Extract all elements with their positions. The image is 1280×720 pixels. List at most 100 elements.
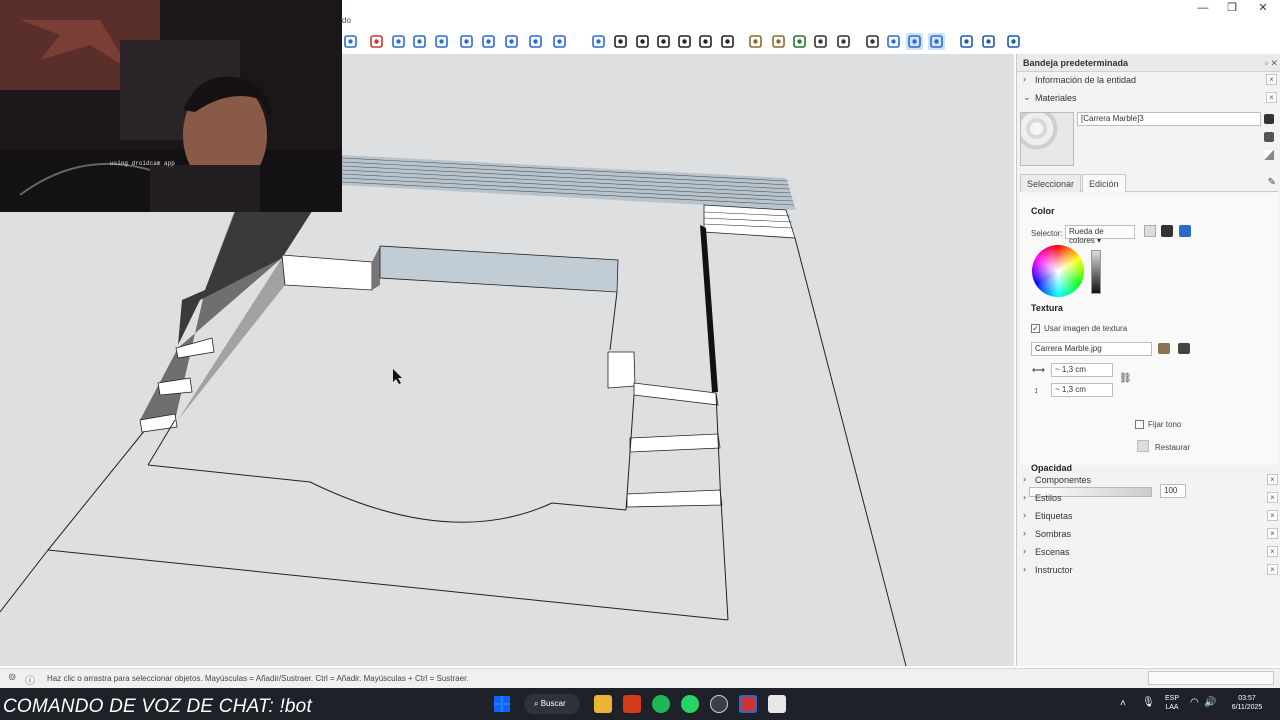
right-wall: [700, 225, 718, 392]
texture-height-field[interactable]: ~ 1,3 cm: [1051, 383, 1113, 397]
tray-label: Instructor: [1035, 565, 1073, 575]
link-chain-icon[interactable]: ⛓: [1119, 373, 1132, 384]
close-icon[interactable]: ×: [1266, 74, 1277, 85]
tray-escenas[interactable]: › Escenas ×: [1017, 544, 1280, 562]
match-color-screen-icon[interactable]: [1179, 225, 1191, 237]
default-tray: Bandeja predeterminada ▫ ✕ › Información…: [1016, 54, 1280, 666]
close-icon[interactable]: ×: [1267, 564, 1278, 575]
sketchup-icon[interactable]: [739, 695, 757, 713]
browse-folder-icon[interactable]: [1158, 343, 1170, 354]
tray-close-icon[interactable]: ✕: [1270, 58, 1278, 69]
minimize-button[interactable]: —: [1192, 1, 1214, 15]
tray-label: Sombras: [1035, 529, 1072, 539]
material-preview[interactable]: [1020, 112, 1074, 166]
lock-icon[interactable]: [1264, 114, 1274, 124]
close-icon[interactable]: ×: [1267, 474, 1278, 485]
color-wheel[interactable]: [1032, 245, 1084, 297]
right-step-3: [626, 489, 723, 508]
match-color-model-icon[interactable]: [1161, 225, 1173, 237]
tab-select[interactable]: Seleccionar: [1020, 174, 1082, 192]
floor-curve: [147, 464, 627, 523]
use-texture-checkbox[interactable]: ✓: [1031, 324, 1040, 333]
chevron-right-icon: ›: [1023, 528, 1026, 538]
tray-pin-icon[interactable]: ▫: [1265, 58, 1268, 68]
tray-label: Etiquetas: [1035, 511, 1073, 521]
clock[interactable]: 03:57 6/11/2025: [1224, 694, 1270, 712]
file-explorer-icon[interactable]: [594, 695, 612, 713]
tray-componentes[interactable]: › Componentes ×: [1017, 472, 1280, 490]
close-icon[interactable]: ×: [1267, 492, 1278, 503]
close-icon[interactable]: ×: [1267, 510, 1278, 521]
tray-etiquetas[interactable]: › Etiquetas ×: [1017, 508, 1280, 526]
restore-swatch[interactable]: [1137, 440, 1149, 452]
edit-texture-icon[interactable]: [1178, 343, 1190, 354]
microphone-icon[interactable]: 🎙: [1142, 697, 1155, 708]
selector-label: Selector:: [1031, 229, 1063, 238]
chevron-right-icon: ›: [1023, 474, 1026, 484]
windows-start-icon[interactable]: [494, 696, 510, 712]
selector-dropdown[interactable]: Rueda de colores ▾: [1065, 225, 1135, 245]
fix-tone-label: Fijar tono: [1148, 420, 1182, 429]
material-name-field[interactable]: [Carrera Marble]3: [1077, 112, 1261, 126]
selector-value: Rueda de colores: [1069, 227, 1104, 245]
chat-command-overlay: COMANDO DE VOZ DE CHAT: !bot: [3, 696, 312, 717]
restore-label: Restaurar: [1155, 443, 1191, 452]
tray-estilos[interactable]: › Estilos ×: [1017, 490, 1280, 508]
color-swatch[interactable]: [1144, 225, 1156, 237]
chevron-down-icon: ⌄: [1023, 92, 1031, 102]
tray-sombras[interactable]: › Sombras ×: [1017, 526, 1280, 544]
close-window-button[interactable]: ✕: [1252, 1, 1274, 15]
webcam-image: [0, 0, 342, 212]
maximize-button[interactable]: ❐: [1221, 1, 1243, 15]
clock-date: 6/11/2025: [1231, 704, 1263, 711]
fix-tone-box[interactable]: [1135, 420, 1144, 429]
obs-icon[interactable]: [710, 695, 728, 713]
blue-wall: [379, 245, 619, 293]
wifi-icon[interactable]: ◠: [1190, 697, 1199, 708]
brave-browser-icon[interactable]: [623, 695, 641, 713]
eyedropper-icon[interactable]: ✎: [1268, 177, 1276, 188]
status-bar: ⊚ ⓘ Haz clic o arrastra para seleccionar…: [0, 668, 1280, 688]
sketchup-layout-icon[interactable]: [768, 695, 786, 713]
white-block-side: [372, 246, 380, 290]
brightness-slider[interactable]: [1091, 250, 1101, 294]
close-icon[interactable]: ×: [1266, 92, 1277, 103]
material-tabs: Seleccionar Edición ✎: [1020, 174, 1278, 192]
texture-width-field[interactable]: ~ 1,3 cm: [1051, 363, 1113, 377]
right-post: [607, 351, 636, 389]
materials-label: Materiales: [1035, 93, 1077, 103]
info-icon[interactable]: ⓘ: [25, 672, 35, 687]
texture-heading: Textura: [1031, 303, 1063, 313]
tray-entity-info[interactable]: › Información de la entidad ×: [1017, 72, 1280, 90]
spotify-icon[interactable]: [652, 695, 670, 713]
chevron-right-icon: ›: [1023, 546, 1026, 556]
status-hint: Haz clic o arrastra para seleccionar obj…: [47, 674, 469, 683]
ground-edge-far: [794, 237, 907, 666]
tray-instructor[interactable]: › Instructor ×: [1017, 562, 1280, 580]
tab-edit[interactable]: Edición: [1082, 174, 1126, 192]
chevron-right-icon: ›: [1023, 74, 1026, 84]
create-material-icon[interactable]: [1264, 132, 1274, 142]
measurements-box[interactable]: [1148, 671, 1274, 685]
language-indicator[interactable]: ESP LAA: [1162, 694, 1182, 712]
whatsapp-icon[interactable]: [681, 695, 699, 713]
texture-file-field[interactable]: Carrera Marble.jpg: [1031, 342, 1152, 356]
volume-icon[interactable]: 🔊: [1204, 697, 1216, 708]
tray-materials[interactable]: ⌄ Materiales ×: [1017, 90, 1280, 108]
white-block: [281, 254, 373, 291]
taskbar-search[interactable]: ⌕ Buscar: [524, 694, 580, 714]
geolocation-icon[interactable]: ⊚: [8, 672, 16, 683]
windows-taskbar: COMANDO DE VOZ DE CHAT: !bot ⌕ Buscar ˄ …: [0, 688, 1280, 720]
clock-time: 03:57: [1238, 695, 1256, 702]
close-icon[interactable]: ×: [1267, 546, 1278, 557]
color-heading: Color: [1031, 206, 1055, 216]
webcam-overlay: using droidcam app: [0, 0, 342, 212]
default-material-icon[interactable]: [1264, 150, 1274, 160]
close-icon[interactable]: ×: [1267, 528, 1278, 539]
chevron-right-icon: ›: [1023, 492, 1026, 502]
right-step-1: [633, 382, 719, 406]
use-texture-label: Usar imagen de textura: [1044, 324, 1128, 333]
height-arrow-icon: ↕: [1034, 385, 1039, 395]
mouse-cursor: [393, 369, 402, 384]
show-hidden-icons-icon[interactable]: ˄: [1120, 698, 1126, 709]
